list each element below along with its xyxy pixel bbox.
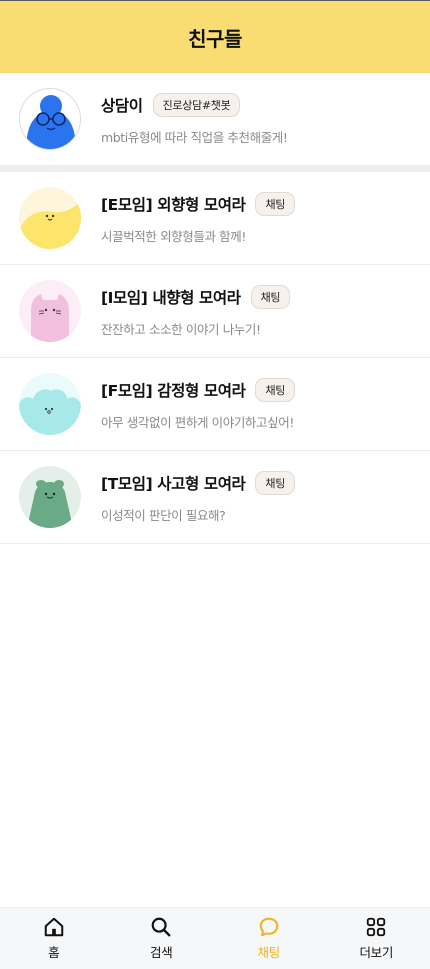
mint-cloud-character-icon <box>19 373 81 435</box>
grid-icon <box>367 917 386 937</box>
e-group-avatar <box>19 187 81 249</box>
room-info: [E모임] 외향형 모여라 채팅 시끌벅적한 외향형들과 함께! <box>101 191 296 245</box>
f-group-avatar <box>19 373 81 435</box>
counsel-title-line: 상담이 진로상담#챗봇 <box>101 92 288 117</box>
counsel-name: 상담이 <box>101 96 143 115</box>
chat-room-e-group[interactable]: [E모임] 외향형 모여라 채팅 시끌벅적한 외향형들과 함께! <box>0 172 430 265</box>
chat-room-t-group[interactable]: [T모임] 사고형 모여라 채팅 이성적이 판단이 필요해? <box>0 451 430 544</box>
room-description: 시끌벅적한 외향형들과 함께! <box>101 228 246 244</box>
room-description: 아무 생각없이 편하게 이야기하고싶어! <box>101 414 294 430</box>
app-header: 친구들 <box>0 0 430 73</box>
nav-label: 홈 <box>48 945 60 960</box>
pink-cat-character-icon <box>19 280 81 342</box>
room-info: [T모임] 사고형 모여라 채팅 이성적이 판단이 필요해? <box>101 470 296 524</box>
room-description: 잔잔하고 소소한 이야기 나누기! <box>101 321 261 337</box>
chat-badge: 채팅 <box>255 377 296 402</box>
green-character-icon <box>19 466 81 528</box>
room-name: [E모임] 외향형 모여라 <box>101 195 246 214</box>
nav-label: 검색 <box>150 945 173 960</box>
counsel-avatar <box>19 88 81 150</box>
room-info: [I모임] 내향형 모여라 채팅 잔잔하고 소소한 이야기 나누기! <box>101 284 291 338</box>
yellow-character-icon <box>19 187 81 249</box>
chat-badge: 채팅 <box>255 470 296 495</box>
section-divider <box>0 165 430 172</box>
room-name: [F모임] 감정형 모여라 <box>101 381 246 400</box>
counsel-chatbot-item[interactable]: 상담이 진로상담#챗봇 mbti유형에 따라 직업을 추천해줄게! <box>0 73 430 165</box>
room-title-line: [F모임] 감정형 모여라 채팅 <box>101 377 296 402</box>
nav-search[interactable]: 검색 <box>108 908 216 969</box>
chat-room-f-group[interactable]: [F모임] 감정형 모여라 채팅 아무 생각없이 편하게 이야기하고싶어! <box>0 358 430 451</box>
nav-label: 채팅 <box>257 945 281 960</box>
blue-character-icon <box>26 95 76 149</box>
page-title: 친구들 <box>188 26 242 51</box>
nav-home[interactable]: 홈 <box>0 908 108 969</box>
counsel-description: mbti유형에 따라 직업을 추천해줄게! <box>101 129 288 145</box>
chat-icon <box>259 917 279 937</box>
room-title-line: [I모임] 내향형 모여라 채팅 <box>101 284 291 309</box>
chat-room-i-group[interactable]: [I모임] 내향형 모여라 채팅 잔잔하고 소소한 이야기 나누기! <box>0 265 430 358</box>
home-icon <box>44 917 64 937</box>
t-group-avatar <box>19 466 81 528</box>
nav-label: 더보기 <box>359 945 394 960</box>
room-info: [F모임] 감정형 모여라 채팅 아무 생각없이 편하게 이야기하고싶어! <box>101 377 296 431</box>
i-group-avatar <box>19 280 81 342</box>
room-title-line: [T모임] 사고형 모여라 채팅 <box>101 470 296 495</box>
room-title-line: [E모임] 외향형 모여라 채팅 <box>101 191 296 216</box>
room-name: [T모임] 사고형 모여라 <box>101 474 246 493</box>
search-icon <box>151 917 171 937</box>
counsel-info: 상담이 진로상담#챗봇 mbti유형에 따라 직업을 추천해줄게! <box>101 92 288 146</box>
room-name: [I모임] 내향형 모여라 <box>101 288 241 307</box>
bottom-nav: 홈 검색 채팅 더보기 <box>0 907 430 969</box>
counsel-badge: 진로상담#챗봇 <box>152 92 241 117</box>
nav-chat[interactable]: 채팅 <box>215 908 323 969</box>
nav-more[interactable]: 더보기 <box>323 908 430 969</box>
chat-badge: 채팅 <box>255 191 296 216</box>
room-description: 이성적이 판단이 필요해? <box>101 507 226 523</box>
chat-badge: 채팅 <box>250 284 291 309</box>
